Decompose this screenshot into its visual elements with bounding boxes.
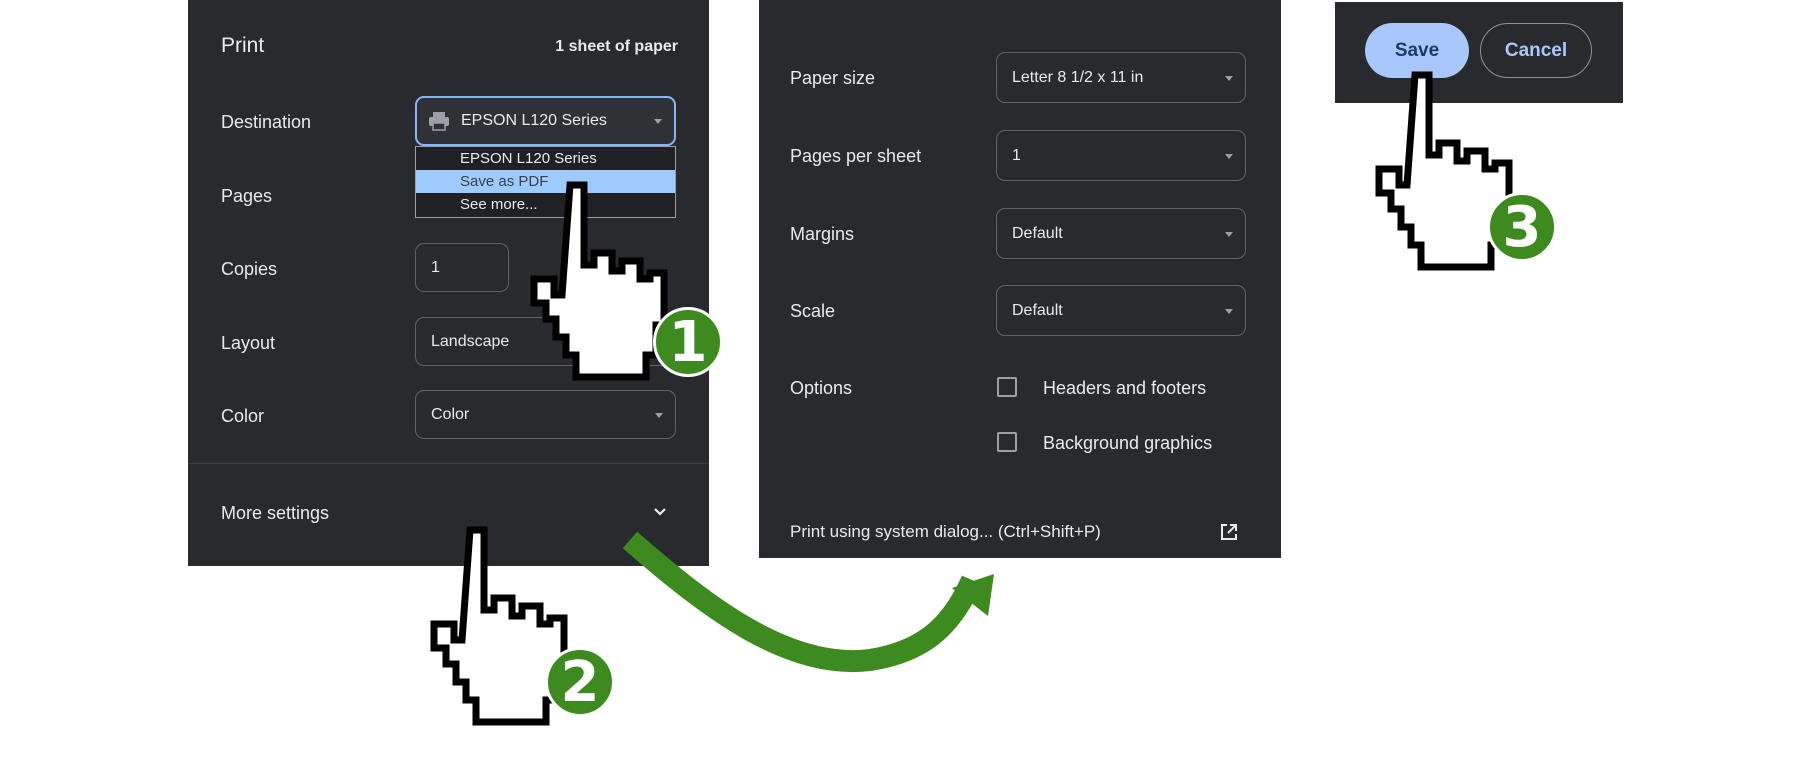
chevron-down-icon: [655, 412, 663, 418]
background-graphics-checkbox[interactable]: [997, 432, 1017, 452]
headers-footers-checkbox[interactable]: [997, 377, 1017, 397]
pages-per-sheet-value: 1: [1012, 146, 1021, 164]
paper-size-select[interactable]: Letter 8 1/2 x 11 in: [996, 52, 1246, 103]
more-settings-panel: Paper size Letter 8 1/2 x 11 in Pages pe…: [759, 0, 1281, 558]
tutorial-stage: Print 1 sheet of paper Destination EPSON…: [0, 0, 1809, 774]
divider: [188, 463, 709, 464]
color-label: Color: [221, 406, 265, 426]
margins-value: Default: [1012, 224, 1063, 242]
pages-per-sheet-select[interactable]: 1: [996, 130, 1246, 181]
pages-per-sheet-label: Pages per sheet: [790, 146, 922, 166]
sheet-count: 1 sheet of paper: [555, 38, 678, 55]
chevron-down-icon: [654, 508, 666, 516]
chevron-down-icon: [1225, 75, 1233, 81]
background-graphics-label: Background graphics: [1043, 433, 1213, 453]
options-label: Options: [790, 378, 853, 398]
color-select[interactable]: Color: [415, 390, 676, 439]
copies-label: Copies: [221, 259, 278, 279]
chevron-down-icon: [1225, 308, 1233, 314]
chevron-down-icon: [1225, 231, 1233, 237]
layout-value: Landscape: [431, 332, 510, 350]
copies-value: 1: [431, 258, 440, 276]
dropdown-option-epson[interactable]: EPSON L120 Series: [416, 147, 675, 170]
paper-size-value: Letter 8 1/2 x 11 in: [1012, 68, 1144, 86]
open-in-new-icon: [1221, 524, 1237, 540]
printer-icon: [429, 112, 449, 131]
pages-label: Pages: [221, 186, 273, 206]
destination-select[interactable]: EPSON L120 Series: [415, 96, 676, 146]
chevron-down-icon: [1225, 153, 1233, 159]
more-settings-label: More settings: [221, 503, 330, 523]
curved-arrow-icon: [622, 531, 994, 673]
step-number-2-badge: 2: [545, 647, 615, 717]
copies-input[interactable]: 1: [415, 243, 509, 292]
margins-select[interactable]: Default: [996, 208, 1246, 259]
scale-value: Default: [1012, 301, 1063, 319]
paper-size-label: Paper size: [790, 68, 876, 88]
headers-footers-label: Headers and footers: [1043, 378, 1207, 398]
step-number-3-badge: 3: [1487, 192, 1557, 262]
layout-label: Layout: [221, 333, 276, 353]
print-title: Print: [221, 34, 265, 57]
destination-value: EPSON L120 Series: [461, 112, 607, 129]
scale-select[interactable]: Default: [996, 285, 1246, 336]
margins-label: Margins: [790, 224, 855, 244]
scale-label: Scale: [790, 301, 836, 321]
destination-label: Destination: [221, 112, 312, 132]
chevron-down-icon: [654, 119, 662, 124]
color-value: Color: [431, 405, 470, 423]
step-number-1-badge: 1: [653, 307, 723, 377]
